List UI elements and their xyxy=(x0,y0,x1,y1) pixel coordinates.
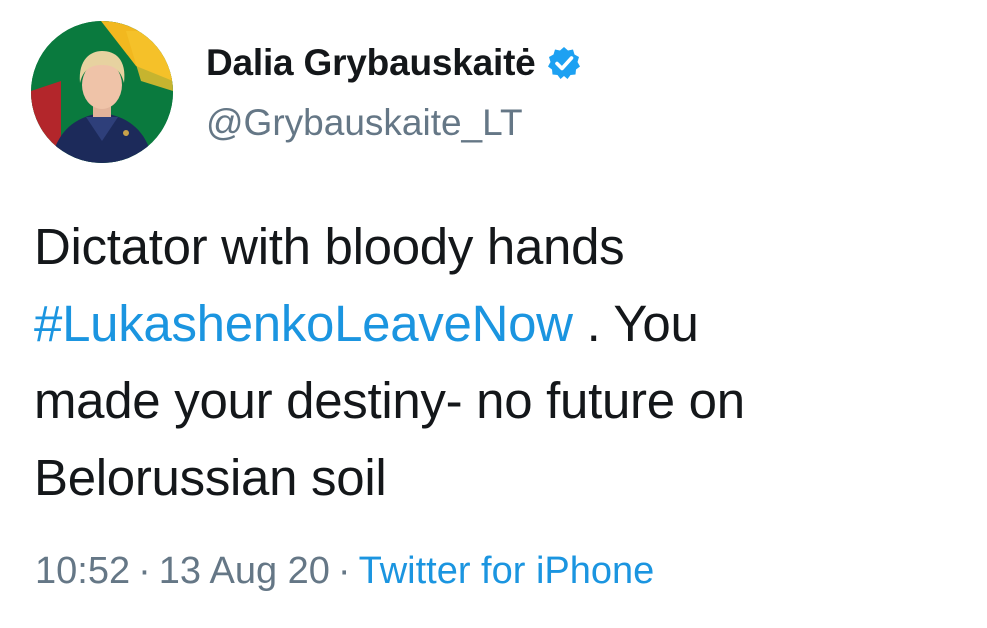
tweet-metadata: 10:52 · 13 Aug 20 · Twitter for iPhone xyxy=(35,550,654,593)
verified-badge-icon xyxy=(546,45,582,81)
author-name-row[interactable]: Dalia Grybauskaitė xyxy=(206,38,582,88)
tweet-text-line: made your destiny- no future on xyxy=(34,372,745,429)
hashtag-link[interactable]: #LukashenkoLeaveNow xyxy=(34,295,573,352)
tweet-text-line: Belorussian soil xyxy=(34,449,387,506)
tweet-text: Dictator with bloody hands #LukashenkoLe… xyxy=(34,208,969,516)
tweet-text-fragment: . You xyxy=(572,295,699,352)
meta-separator: · xyxy=(138,550,151,592)
tweet-card: Dalia Grybauskaitė @Grybauskaite_LT Dict… xyxy=(0,0,987,628)
tweet-time[interactable]: 10:52 xyxy=(35,550,130,592)
profile-photo xyxy=(31,21,173,163)
meta-separator: · xyxy=(337,550,351,592)
tweet-text-line: Dictator with bloody hands xyxy=(34,218,625,275)
tweet-text-line: #LukashenkoLeaveNow . You xyxy=(34,285,969,362)
tweet-source-link[interactable]: Twitter for iPhone xyxy=(359,550,655,592)
avatar[interactable] xyxy=(31,21,173,163)
tweet-date[interactable]: 13 Aug 20 xyxy=(159,550,330,592)
author-handle[interactable]: @Grybauskaite_LT xyxy=(206,102,523,144)
author-display-name[interactable]: Dalia Grybauskaitė xyxy=(206,42,536,84)
